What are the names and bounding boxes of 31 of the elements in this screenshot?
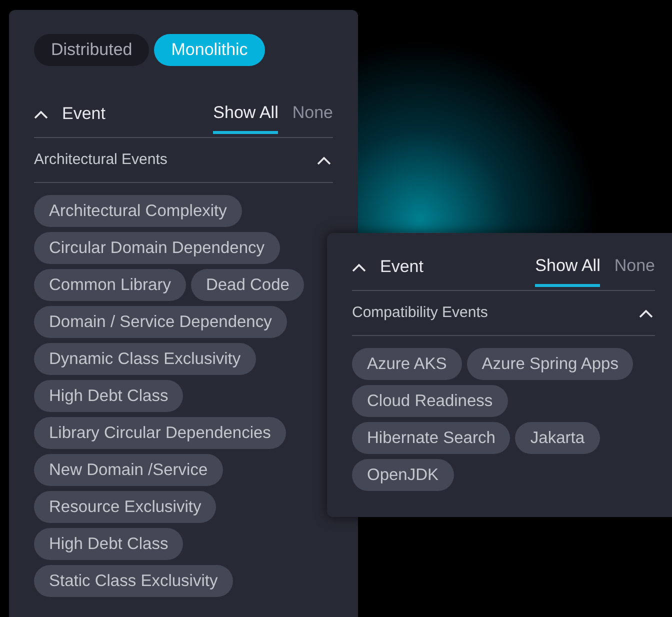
collapse-caret-icon[interactable]: [34, 110, 48, 118]
event-chip[interactable]: Azure AKS: [352, 348, 462, 380]
expand-caret-icon[interactable]: [639, 308, 653, 318]
event-chip[interactable]: Cloud Readiness: [352, 385, 508, 417]
event-chip[interactable]: Architectural Complexity: [34, 195, 242, 227]
section-title: Event: [380, 256, 424, 278]
event-chip[interactable]: Jakarta: [515, 422, 600, 454]
event-chip[interactable]: Dead Code: [190, 269, 304, 301]
filter-tab[interactable]: Show All: [535, 247, 600, 287]
event-chip[interactable]: Resource Exclusivity: [34, 491, 216, 523]
filter-tab[interactable]: None: [614, 247, 655, 287]
filter-tab[interactable]: Show All: [213, 94, 278, 134]
event-chip[interactable]: Azure Spring Apps: [466, 348, 634, 380]
filter-tab[interactable]: None: [292, 94, 333, 134]
event-chip[interactable]: Library Circular Dependencies: [34, 417, 286, 449]
event-chip[interactable]: New Domain /Service: [34, 454, 223, 486]
event-chip[interactable]: Dynamic Class Exclusivity: [34, 343, 256, 375]
event-chip[interactable]: OpenJDK: [352, 459, 454, 491]
category-title: Architectural Events: [34, 150, 168, 170]
event-chip[interactable]: High Debt Class: [34, 380, 184, 412]
event-chip[interactable]: Circular Domain Dependency: [34, 232, 280, 264]
expand-caret-icon[interactable]: [317, 156, 331, 164]
event-chip[interactable]: Domain / Service Dependency: [34, 306, 287, 338]
event-chip[interactable]: Common Library: [34, 269, 186, 301]
event-chip[interactable]: Static Class Exclusivity: [34, 565, 233, 597]
collapse-caret-icon[interactable]: [352, 262, 366, 272]
event-chip[interactable]: Hibernate Search: [352, 422, 510, 454]
view-tab[interactable]: Distributed: [34, 34, 150, 66]
section-title: Event: [62, 103, 106, 126]
event-chip[interactable]: High Debt Class: [34, 528, 184, 560]
category-title: Compatibility Events: [352, 302, 488, 323]
